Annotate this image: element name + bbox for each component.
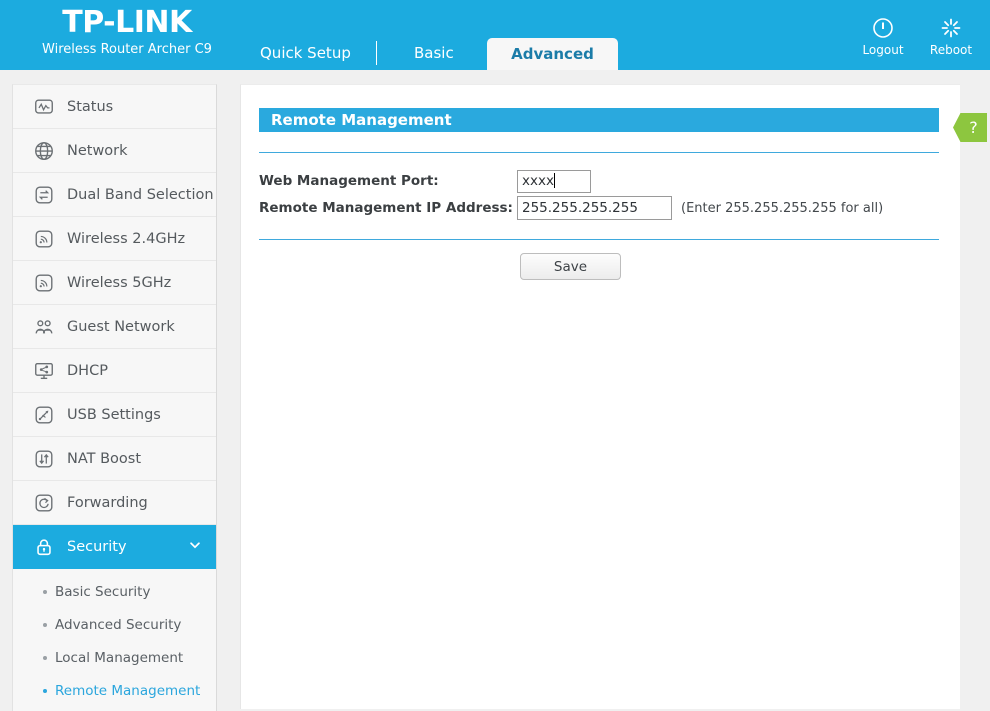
submenu-item-local-management[interactable]: Local Management [13,641,216,674]
sidebar-item-label: NAT Boost [67,451,141,467]
submenu-item-advanced-security[interactable]: Advanced Security [13,608,216,641]
sidebar-item-label: Security [67,539,127,555]
tab-separator [376,41,377,65]
logout-button[interactable]: Logout [858,16,908,57]
sidebar-item-guest-network[interactable]: Guest Network [13,305,216,349]
submenu-item-basic-security[interactable]: Basic Security [13,575,216,608]
power-icon [858,16,908,42]
remote-management-ip-hint: (Enter 255.255.255.255 for all) [681,201,883,216]
wireless-signal-icon [31,270,57,296]
sidebar-item-security[interactable]: Security [13,525,216,569]
sidebar-item-status[interactable]: Status [13,85,216,129]
tab-quick-setup[interactable]: Quick Setup [260,44,351,62]
sidebar-item-usb-settings[interactable]: USB Settings [13,393,216,437]
brand-logo: TP-LINK Wireless Router Archer C9 [22,7,232,59]
status-monitor-icon [31,94,57,120]
sidebar-item-label: Wireless 5GHz [67,275,171,291]
brand-name: TP-LINK [22,7,232,39]
logout-label: Logout [858,43,908,57]
sidebar-item-label: USB Settings [67,407,161,423]
divider-bottom [259,239,939,240]
left-page-margin [0,70,12,709]
sidebar-item-network[interactable]: Network [13,129,216,173]
sidebar-item-dhcp[interactable]: DHCP [13,349,216,393]
submenu-item-remote-management[interactable]: Remote Management [13,674,216,707]
sidebar-item-forwarding[interactable]: Forwarding [13,481,216,525]
device-model: Wireless Router Archer C9 [22,41,232,59]
right-page-margin [960,70,990,709]
web-management-port-label: Web Management Port: [259,173,517,189]
reboot-icon [926,16,976,42]
web-management-port-input[interactable]: xxxx [517,170,591,193]
sidebar-item-label: Status [67,99,113,115]
reboot-button[interactable]: Reboot [926,16,976,57]
content-panel: Remote Management ? Web Management Port:… [240,84,960,709]
dhcp-monitor-share-icon [31,358,57,384]
remote-management-ip-input[interactable] [517,196,672,220]
globe-icon [31,138,57,164]
app-header: TP-LINK Wireless Router Archer C9 Quick … [0,0,990,70]
header-actions: Logout Reboot [858,16,976,57]
sidebar-item-label: Dual Band Selection [67,187,214,203]
web-management-port-value: xxxx [522,173,554,189]
dual-band-icon [31,182,57,208]
save-button[interactable]: Save [520,253,621,280]
sidebar-item-nat-boost[interactable]: NAT Boost [13,437,216,481]
forwarding-refresh-icon [31,490,57,516]
lock-icon [31,534,57,560]
divider-top [259,152,939,153]
sidebar-item-label: Wireless 2.4GHz [67,231,185,247]
help-button[interactable]: ? [953,113,987,142]
sidebar-nav: Status Network Dual Band Selection [12,84,217,711]
sidebar-item-label: Guest Network [67,319,175,335]
sidebar-item-wireless-24ghz[interactable]: Wireless 2.4GHz [13,217,216,261]
reboot-label: Reboot [926,43,976,57]
text-caret [554,173,555,188]
sidebar-item-label: Forwarding [67,495,148,511]
form-row-remote-management-ip: Remote Management IP Address: (Enter 255… [259,195,883,221]
tab-advanced[interactable]: Advanced [487,38,618,70]
sidebar-item-label: DHCP [67,363,108,379]
form-row-web-management-port: Web Management Port: xxxx [259,168,591,194]
sidebar-item-dual-band-selection[interactable]: Dual Band Selection [13,173,216,217]
tab-basic[interactable]: Basic [414,44,454,62]
remote-management-ip-label: Remote Management IP Address: [259,200,517,216]
nat-arrows-icon [31,446,57,472]
guest-users-icon [31,314,57,340]
security-submenu: Basic Security Advanced Security Local M… [13,569,216,711]
page-title: Remote Management [259,108,939,132]
usb-icon [31,402,57,428]
wireless-signal-icon [31,226,57,252]
sidebar-item-wireless-5ghz[interactable]: Wireless 5GHz [13,261,216,305]
chevron-down-icon [188,538,202,556]
sidebar-item-label: Network [67,143,128,159]
